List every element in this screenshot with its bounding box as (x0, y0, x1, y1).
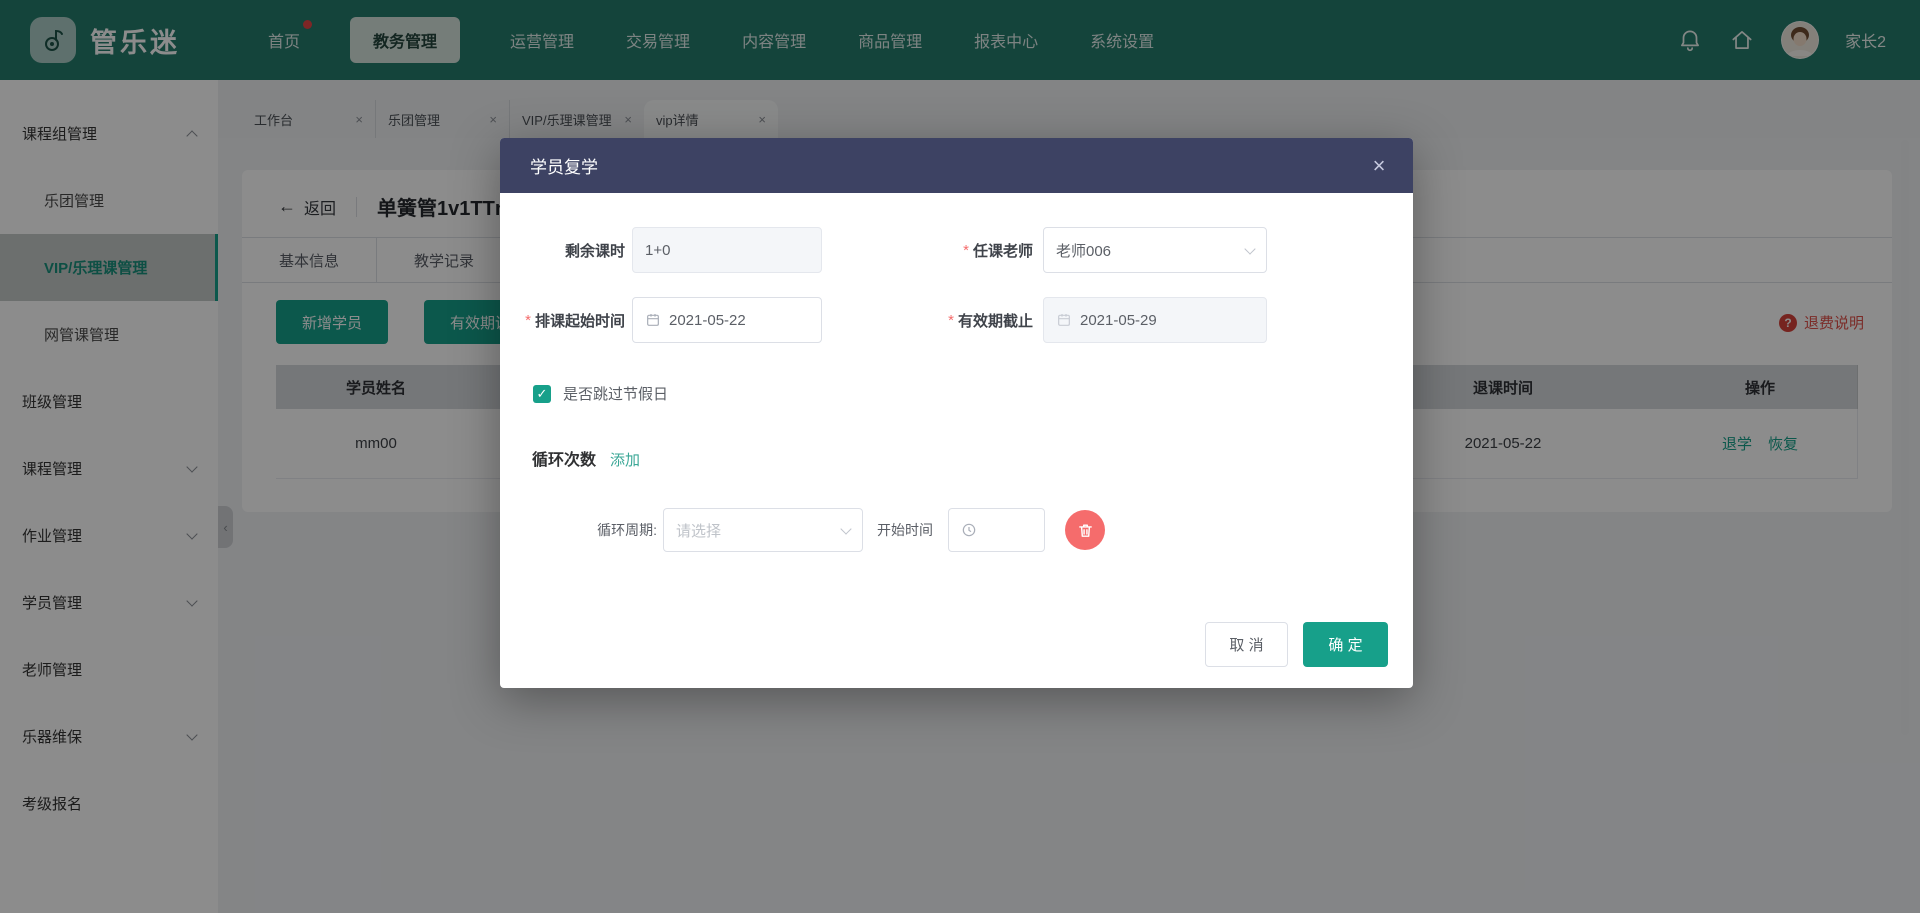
schedule-start-label: * 排课起始时间 (480, 297, 625, 343)
skip-holiday-label: 是否跳过节假日 (563, 383, 668, 404)
cycle-period-label: 循环周期: (580, 508, 657, 552)
cycle-count-label: 循环次数 (532, 446, 596, 470)
trash-icon (1077, 522, 1094, 539)
cycle-period-select[interactable]: 请选择 (663, 508, 863, 552)
modal-title: 学员复学 (530, 153, 598, 178)
add-cycle-link[interactable]: 添加 (610, 449, 640, 470)
modal-row-2: * 排课起始时间 2021-05-22 * 有效期截止 2021-05-29 (500, 297, 1413, 343)
skip-holiday-row: ✓ 是否跳过节假日 (533, 383, 668, 404)
chevron-down-icon (1244, 243, 1255, 254)
student-resume-modal: 学员复学 × 剩余课时 1+0 * 任课老师 老师006 * 排课起始时 (500, 138, 1413, 688)
skip-holiday-checkbox[interactable]: ✓ (533, 385, 551, 403)
teacher-select[interactable]: 老师006 (1043, 227, 1267, 273)
cycle-row: 循环周期: 请选择 开始时间 (500, 508, 1413, 554)
validity-end-date-input[interactable]: 2021-05-29 (1043, 297, 1267, 343)
modal-footer: 取 消 确 定 (1205, 622, 1388, 667)
chevron-down-icon (840, 523, 851, 534)
start-time-input[interactable] (948, 508, 1045, 552)
teacher-label: * 任课老师 (880, 227, 1033, 273)
clock-icon (961, 522, 977, 538)
remaining-hours-input[interactable]: 1+0 (632, 227, 822, 273)
calendar-icon (1056, 312, 1072, 328)
validity-end-label: * 有效期截止 (880, 297, 1033, 343)
modal-row-1: 剩余课时 1+0 * 任课老师 老师006 (500, 227, 1413, 273)
cancel-button[interactable]: 取 消 (1205, 622, 1288, 667)
start-time-label: 开始时间 (877, 508, 941, 552)
schedule-start-date-input[interactable]: 2021-05-22 (632, 297, 822, 343)
modal-header: 学员复学 (500, 138, 1413, 193)
cycle-section-header: 循环次数 添加 (532, 446, 640, 470)
check-icon: ✓ (537, 386, 548, 402)
remaining-hours-label: 剩余课时 (500, 227, 625, 273)
confirm-button[interactable]: 确 定 (1303, 622, 1388, 667)
close-icon[interactable]: × (1365, 152, 1393, 180)
calendar-icon (645, 312, 661, 328)
delete-cycle-button[interactable] (1065, 510, 1105, 550)
screen: 管乐迷 首页 教务管理 运营管理 交易管理 内容管理 商品管理 报表中心 系统设… (0, 0, 1920, 913)
